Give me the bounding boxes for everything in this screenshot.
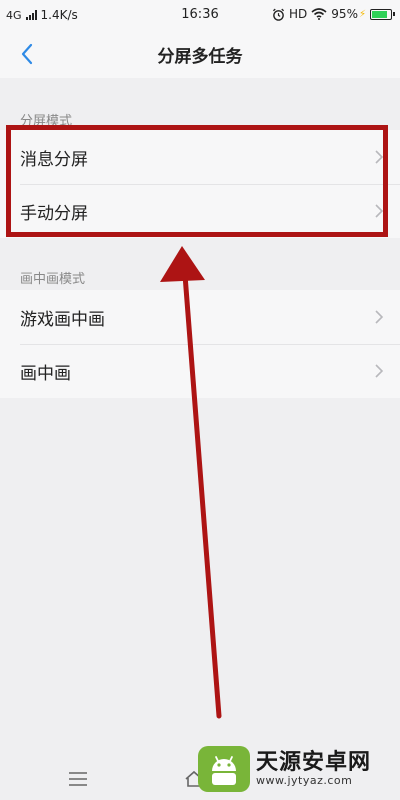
watermark-url: www.jytyaz.com bbox=[256, 774, 353, 788]
list-item-label: 画中画 bbox=[20, 363, 71, 384]
list-item-message-split[interactable]: 消息分屏 bbox=[0, 130, 400, 184]
status-bar: 4G 1.4K/s 16:36 HD 95% ⚡ bbox=[0, 0, 400, 30]
chevron-right-icon bbox=[375, 204, 384, 218]
hd-indicator: HD bbox=[289, 7, 308, 21]
chevron-right-icon bbox=[375, 364, 384, 378]
alarm-icon bbox=[272, 8, 285, 21]
list-item-label: 手动分屏 bbox=[20, 203, 88, 224]
header: 分屏多任务 bbox=[0, 30, 400, 78]
list-item-game-pip[interactable]: 游戏画中画 bbox=[0, 290, 400, 344]
list-pip: 游戏画中画 画中画 bbox=[0, 290, 400, 398]
list-item-label: 消息分屏 bbox=[20, 149, 88, 170]
watermark-title: 天源安卓网 bbox=[256, 749, 372, 775]
chevron-right-icon bbox=[375, 150, 384, 164]
list-item-pip[interactable]: 画中画 bbox=[0, 344, 400, 398]
menu-icon[interactable] bbox=[68, 772, 88, 786]
android-logo-icon bbox=[198, 746, 250, 792]
section-label-pip: 画中画模式 bbox=[20, 272, 86, 287]
list-split-screen: 消息分屏 手动分屏 bbox=[0, 130, 400, 238]
watermark: 天源安卓网 www.jytyaz.com bbox=[198, 744, 394, 794]
charging-icon: ⚡ bbox=[358, 8, 366, 20]
section-label-split-screen: 分屏模式 bbox=[20, 114, 73, 129]
page-title: 分屏多任务 bbox=[157, 47, 243, 67]
battery-percent: 95% bbox=[331, 7, 358, 21]
status-right: HD 95% ⚡ bbox=[272, 7, 395, 21]
wifi-icon bbox=[311, 8, 327, 20]
watermark-text: 天源安卓网 www.jytyaz.com bbox=[256, 749, 372, 788]
list-item-label: 游戏画中画 bbox=[20, 309, 105, 330]
chevron-right-icon bbox=[375, 310, 384, 324]
battery-icon bbox=[370, 8, 395, 20]
list-item-manual-split[interactable]: 手动分屏 bbox=[0, 184, 400, 238]
